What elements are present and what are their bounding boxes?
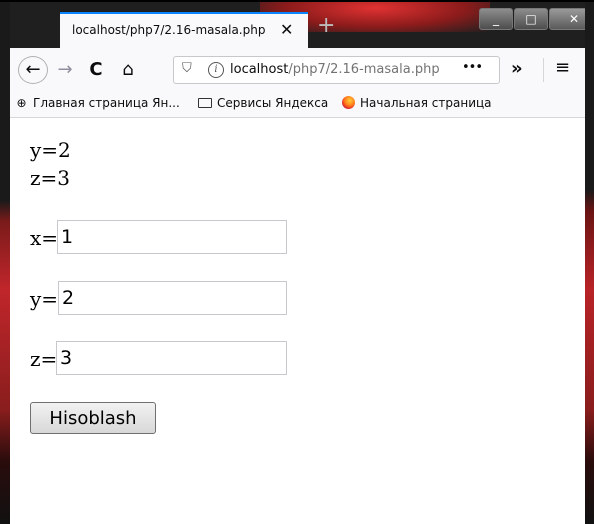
x-input[interactable] [57,220,287,254]
bookmark-label: Главная страница Ян... [33,96,180,110]
new-tab-icon[interactable]: + [317,15,335,37]
tab-close-icon[interactable]: ✕ [280,20,293,39]
bookmark-label: Сервисы Яндекса [217,96,329,110]
y-label: y= [30,287,59,311]
folder-icon [198,98,212,108]
desktop-edge-right [585,2,594,524]
close-window-button[interactable]: ✕ [549,8,585,30]
maximize-button[interactable]: □ [514,8,548,30]
bookmarks-bar: ⊕ Главная страница Ян... Сервисы Яндекса … [10,92,585,118]
browser-tab[interactable]: localhost/php7/2.16-masala.php ✕ [60,12,308,48]
shield-icon[interactable]: ⛉ [182,61,192,76]
address-bar[interactable]: ⛉ i localhost/php7/2.16-masala.php ••• [173,56,500,84]
z-label: z= [30,347,58,371]
url-host: localhost [230,62,289,77]
menu-icon[interactable]: ≡ [555,57,570,78]
bookmark-yandex-services[interactable]: Сервисы Яндекса [198,96,328,114]
minimize-button[interactable]: _ [479,8,513,30]
output-z: z=3 [30,166,71,190]
page-content: y=2 z=3 x= y= z= Hisoblash [10,118,585,524]
forward-icon[interactable]: → [52,56,78,84]
firefox-icon [342,96,355,109]
tab-title: localhost/php7/2.16-masala.php [72,23,266,37]
x-label: x= [30,226,59,250]
z-input[interactable] [56,341,287,375]
page-actions-icon[interactable]: ••• [462,60,483,75]
calculate-button[interactable]: Hisoblash [30,402,156,434]
bookmark-start-page[interactable]: Начальная страница [342,96,492,114]
desktop-edge-left [0,2,10,524]
window-controls: _ □ ✕ [479,8,585,30]
tab-strip: localhost/php7/2.16-masala.php ✕ + _ □ ✕ [10,2,585,48]
home-icon[interactable]: ⌂ [115,56,141,84]
navigation-toolbar: ← → C ⌂ ⛉ i localhost/php7/2.16-masala.p… [10,48,585,92]
reload-icon[interactable]: C [83,56,109,84]
overflow-chevron-icon[interactable]: » [511,58,523,79]
back-icon[interactable]: ← [18,56,48,84]
bookmark-label: Начальная страница [360,96,492,110]
y-input[interactable] [58,281,287,315]
url-text[interactable]: localhost/php7/2.16-masala.php [230,62,440,77]
globe-icon: ⊕ [16,96,27,110]
info-icon[interactable]: i [208,62,224,78]
toolbar-separator [543,58,544,82]
url-path: /php7/2.16-masala.php [288,62,440,77]
bookmark-yandex-home[interactable]: ⊕ Главная страница Ян... [14,96,180,114]
output-y: y=2 [30,138,71,162]
